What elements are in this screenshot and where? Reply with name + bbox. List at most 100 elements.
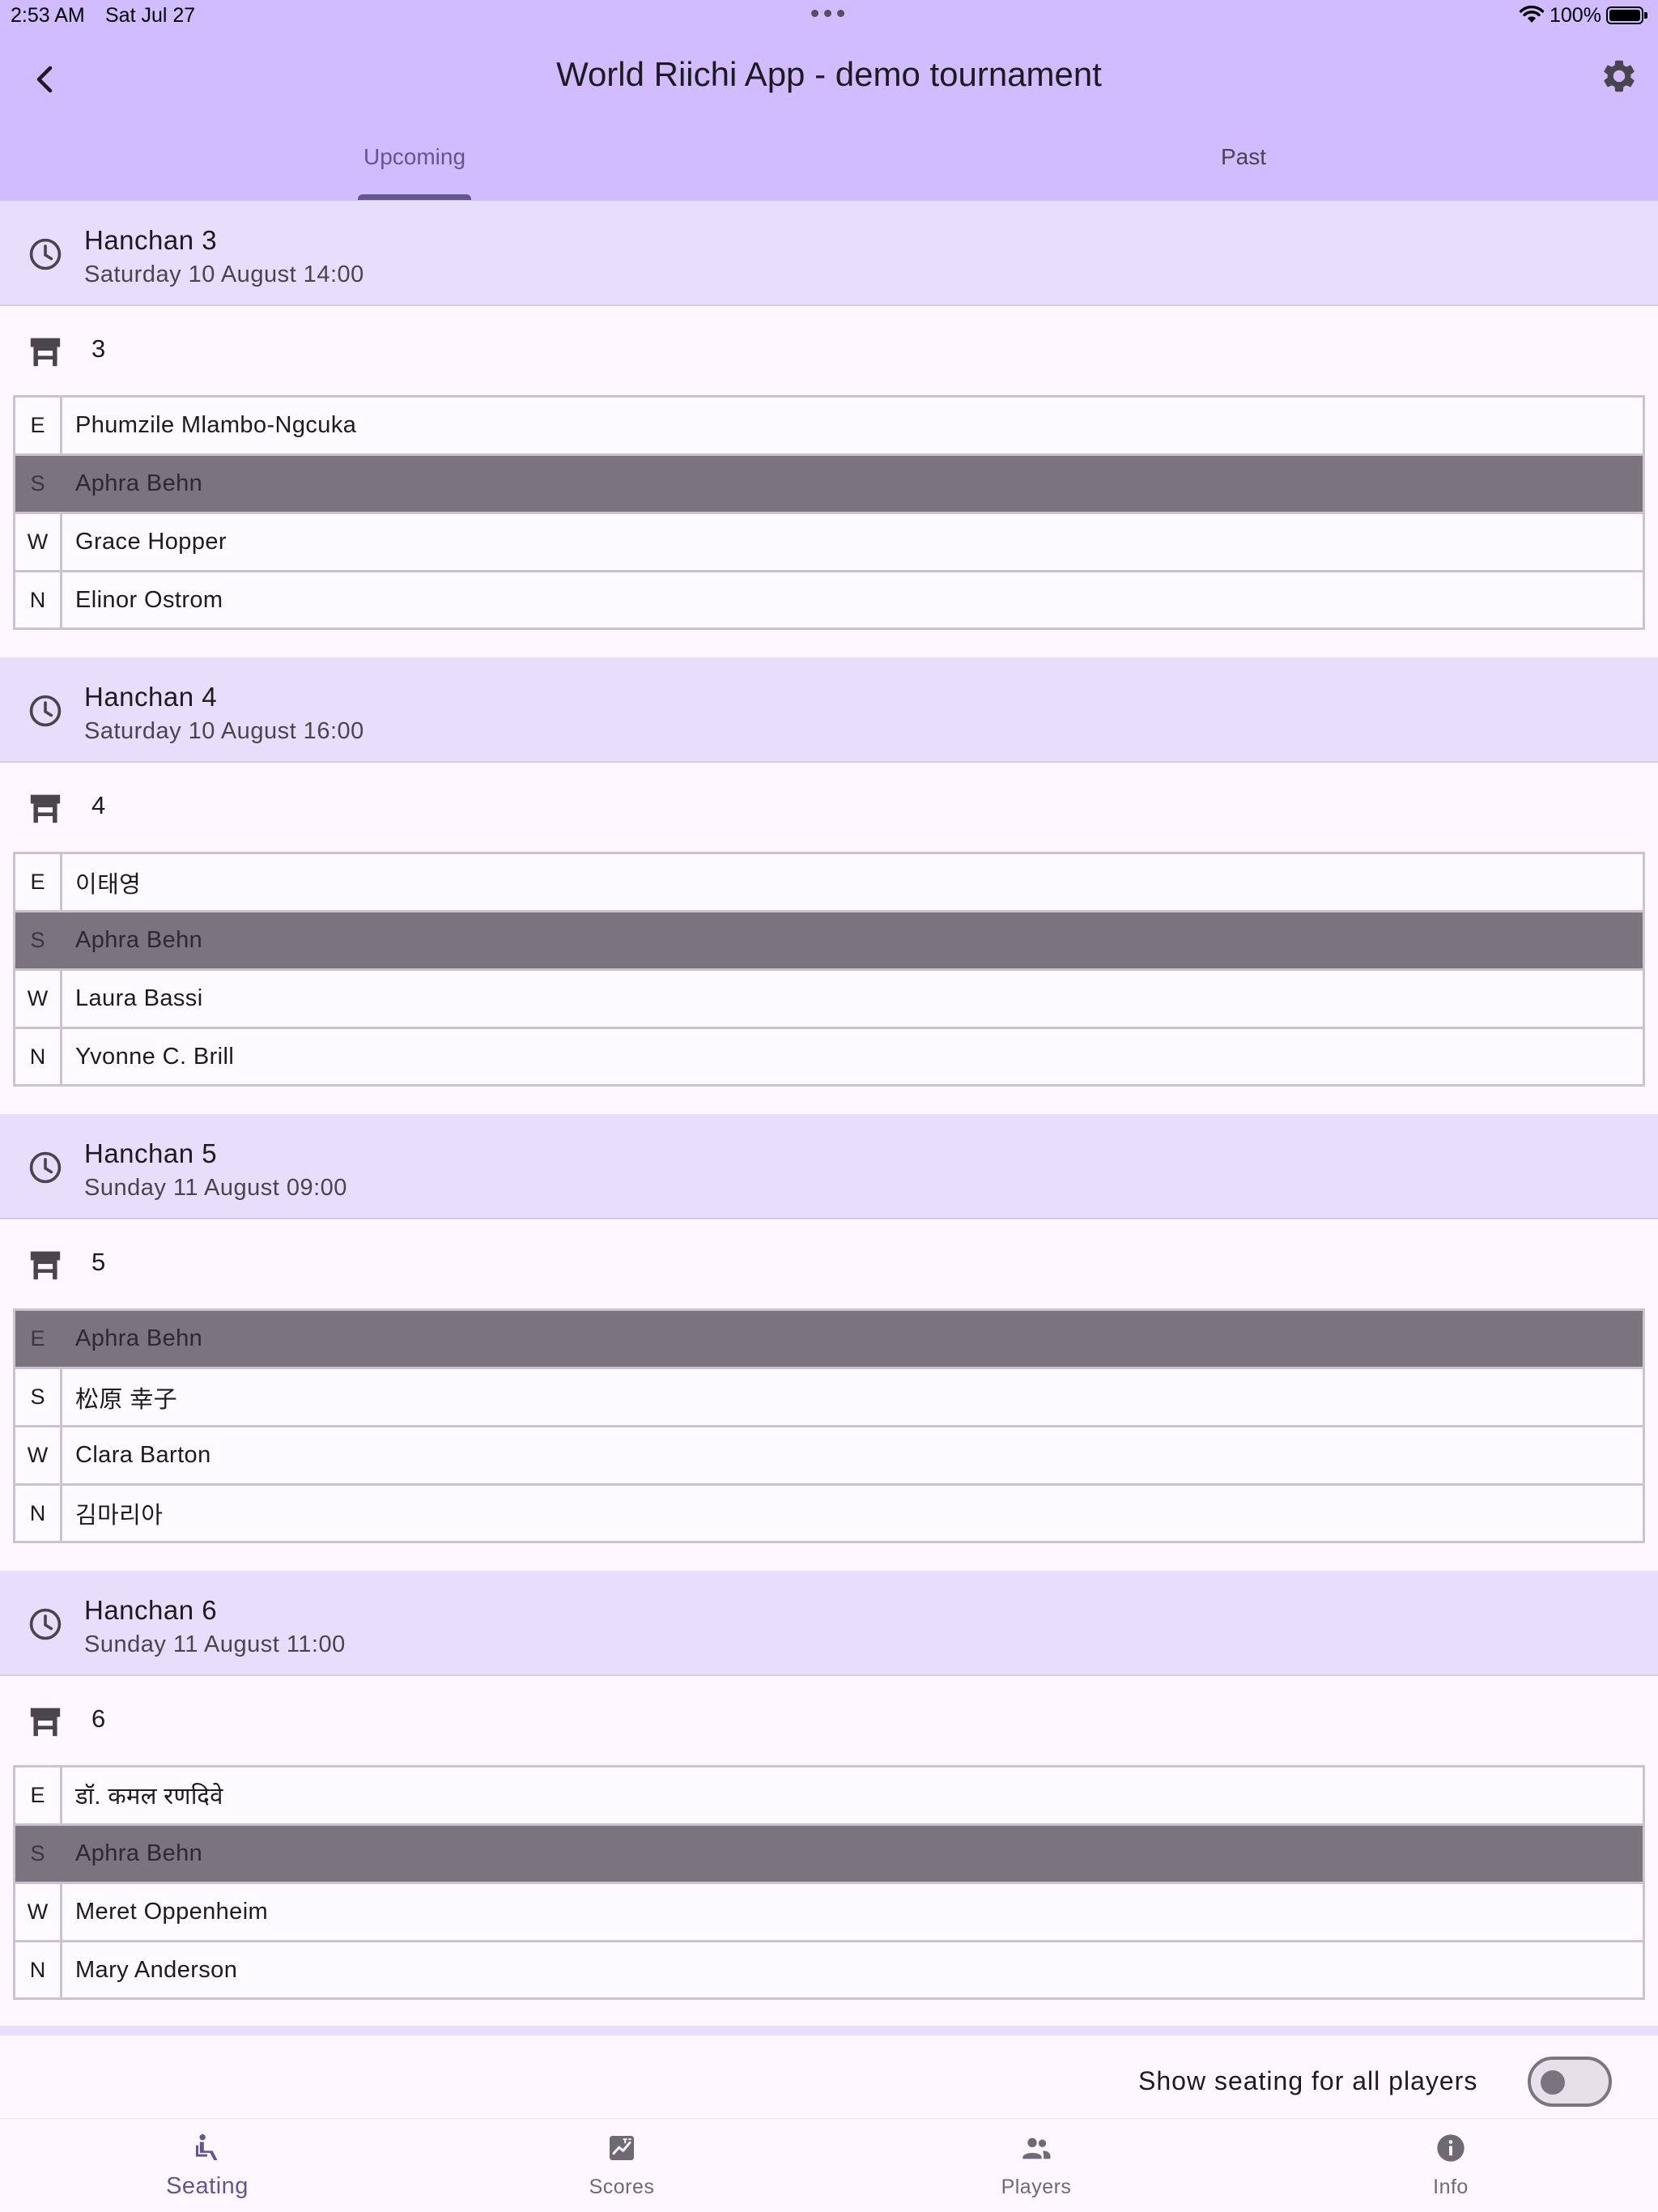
round-header: Hanchan 5 Sunday 11 August 09:00 <box>0 1114 1658 1219</box>
round-time: Saturday 10 August 14:00 <box>84 262 364 287</box>
round-time: Sunday 11 August 09:00 <box>84 1175 347 1201</box>
nav-item-seating[interactable]: Seating <box>126 2119 288 2212</box>
round-name: Hanchan 3 <box>84 225 218 255</box>
seat-player: 이태영 <box>75 871 142 898</box>
seat-wind: W <box>15 1427 62 1483</box>
seat-wind: S <box>15 1826 62 1882</box>
seat-player: Laura Bassi <box>75 985 203 1011</box>
seat-row[interactable]: N Elinor Ostrom <box>15 572 1643 627</box>
table-icon <box>30 1251 61 1280</box>
seat-wind: E <box>15 1767 62 1823</box>
clock-icon <box>29 1608 62 1640</box>
round-header: Hanchan 6 Sunday 11 August 11:00 <box>0 1571 1658 1676</box>
seat-row[interactable]: E Phumzile Mlambo-Ngcuka <box>15 398 1643 456</box>
seating-icon <box>196 2134 218 2160</box>
seat-row-highlighted[interactable]: S Aphra Behn <box>15 912 1643 971</box>
clock-icon <box>29 238 62 270</box>
table-header: 4 <box>0 763 1658 852</box>
nav-item-players[interactable]: Players <box>955 2119 1117 2212</box>
seat-player: Aphra Behn <box>75 927 203 953</box>
seat-player: Phumzile Mlambo-Ngcuka <box>75 412 357 438</box>
switch-knob <box>1541 2070 1565 2095</box>
seat-row-highlighted[interactable]: S Aphra Behn <box>15 1826 1643 1884</box>
wifi-icon <box>1519 5 1545 23</box>
seat-wind: S <box>15 456 62 512</box>
seat-player: 松原 幸子 <box>75 1386 178 1413</box>
status-time: 2:53 AM <box>11 4 85 27</box>
seat-row[interactable]: W Clara Barton <box>15 1427 1643 1486</box>
seat-row[interactable]: E 이태영 <box>15 854 1643 912</box>
active-tab-indicator <box>358 194 471 200</box>
players-icon <box>1022 2138 1051 2159</box>
round-header: Hanchan 3 Saturday 10 August 14:00 <box>0 201 1658 306</box>
app-bar: 2:53 AM Sat Jul 27 100% World Riichi App… <box>0 0 1658 201</box>
seat-row[interactable]: N 김마리아 <box>15 1486 1643 1541</box>
table-number: 4 <box>91 791 106 819</box>
round-list[interactable]: Hanchan 3 Saturday 10 August 14:00 3 E P… <box>0 201 1658 2027</box>
table-header: 5 <box>0 1219 1658 1308</box>
table-number: 3 <box>91 334 106 363</box>
table-icon <box>30 1708 61 1737</box>
clock-icon <box>29 695 62 727</box>
seat-wind: N <box>15 572 62 627</box>
round-card: Hanchan 6 Sunday 11 August 11:00 6 E डॉ.… <box>0 1571 1658 2000</box>
battery-percent: 100% <box>1550 4 1601 27</box>
bottom-navigation: Seating Scores Players Info <box>0 2118 1658 2212</box>
seat-wind: S <box>15 1369 62 1425</box>
clock-icon <box>29 1151 62 1184</box>
show-all-seating-switch[interactable] <box>1528 2057 1612 2107</box>
round-name: Hanchan 6 <box>84 1595 218 1625</box>
round-card: Hanchan 3 Saturday 10 August 14:00 3 E P… <box>0 201 1658 630</box>
seat-wind: W <box>15 1884 62 1940</box>
seat-wind: E <box>15 398 62 453</box>
seat-wind: N <box>15 1029 62 1084</box>
seat-player: Mary Anderson <box>75 1956 238 1983</box>
multitasking-dots-icon[interactable] <box>811 10 847 19</box>
seat-row-highlighted[interactable]: S Aphra Behn <box>15 456 1643 514</box>
seat-row[interactable]: W Grace Hopper <box>15 514 1643 572</box>
seat-wind: W <box>15 514 62 570</box>
seat-row[interactable]: E डॉ. कमल रणदिवे <box>15 1767 1643 1826</box>
seat-wind: N <box>15 1486 62 1541</box>
seat-row[interactable]: W Laura Bassi <box>15 971 1643 1029</box>
seating-table: E 이태영 S Aphra Behn W Laura Bassi N Yvonn… <box>13 852 1645 1087</box>
table-number: 6 <box>91 1704 106 1733</box>
status-bar: 2:53 AM Sat Jul 27 100% <box>0 0 1658 32</box>
seat-row[interactable]: W Meret Oppenheim <box>15 1884 1643 1942</box>
round-name: Hanchan 4 <box>84 682 218 712</box>
seat-player: Grace Hopper <box>75 529 227 555</box>
nav-item-scores[interactable]: Scores <box>541 2119 703 2212</box>
tab-past[interactable]: Past <box>829 144 1658 170</box>
nav-label-scores: Scores <box>589 2176 655 2198</box>
gear-icon[interactable] <box>1600 57 1639 96</box>
seat-player: Meret Oppenheim <box>75 1899 269 1925</box>
nav-label-players: Players <box>1001 2176 1072 2198</box>
back-arrow-icon[interactable] <box>24 57 70 102</box>
seat-player: Aphra Behn <box>75 1325 203 1351</box>
seat-player: डॉ. कमल रणदिवे <box>75 1784 223 1810</box>
page-title: World Riichi App - demo tournament <box>556 55 1102 93</box>
seat-player: Clara Barton <box>75 1442 211 1468</box>
seat-player: Aphra Behn <box>75 470 203 496</box>
seat-player: 김마리아 <box>75 1503 164 1529</box>
seating-toggle-bar: Show seating for all players <box>0 2026 1658 2118</box>
seat-row[interactable]: N Yvonne C. Brill <box>15 1029 1643 1084</box>
round-card: Hanchan 4 Saturday 10 August 16:00 4 E 이… <box>0 657 1658 1087</box>
seat-player: Aphra Behn <box>75 1840 203 1866</box>
table-icon <box>30 338 61 367</box>
round-name: Hanchan 5 <box>84 1138 218 1168</box>
seat-row[interactable]: N Mary Anderson <box>15 1942 1643 1997</box>
table-header: 6 <box>0 1676 1658 1765</box>
seat-wind: E <box>15 1311 62 1367</box>
round-time: Sunday 11 August 11:00 <box>84 1631 346 1657</box>
seat-row-highlighted[interactable]: E Aphra Behn <box>15 1311 1643 1369</box>
battery-icon <box>1606 6 1643 24</box>
table-icon <box>30 794 61 823</box>
seat-wind: W <box>15 971 62 1027</box>
show-all-seating-label: Show seating for all players <box>1138 2066 1478 2095</box>
status-date: Sat Jul 27 <box>105 4 196 27</box>
seat-row[interactable]: S 松原 幸子 <box>15 1369 1643 1427</box>
nav-item-info[interactable]: Info <box>1370 2119 1532 2212</box>
seat-player: Yvonne C. Brill <box>75 1043 235 1070</box>
tab-upcoming[interactable]: Upcoming <box>0 144 829 170</box>
